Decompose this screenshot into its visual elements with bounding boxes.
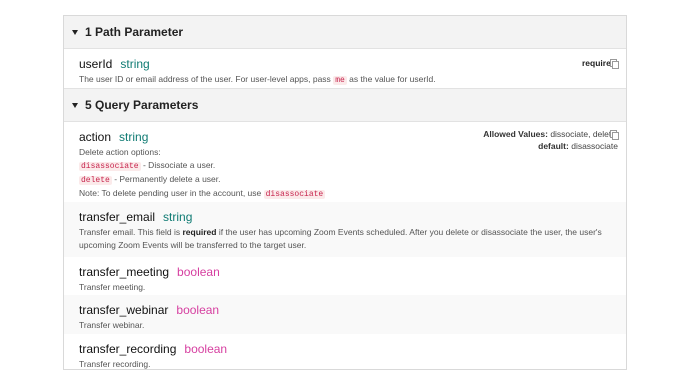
inline-code: disassociate	[79, 162, 141, 171]
param-row-transfer-webinar: transfer_webinar boolean Transfer webinar…	[64, 295, 626, 334]
param-type: string	[163, 210, 193, 224]
copy-icon[interactable]	[610, 130, 619, 141]
param-description: Delete action options: disassociate - Di…	[79, 147, 326, 199]
param-name: userId	[79, 57, 113, 71]
param-type: string	[120, 57, 150, 71]
param-row-transfer-email: transfer_email string Transfer email. Thi…	[64, 202, 626, 257]
section-title: 5 Query Parameters	[85, 98, 199, 112]
param-name: action	[79, 130, 112, 144]
param-description: Transfer email. This field is required i…	[79, 227, 602, 250]
param-row-action: action string Allowed Values: dissociate,…	[64, 122, 626, 202]
query-parameters-header[interactable]: 5 Query Parameters	[64, 89, 626, 122]
param-row-transfer-recording: transfer_recording boolean Transfer recor…	[64, 334, 626, 370]
param-type: boolean	[177, 265, 220, 279]
param-description: Transfer recording.	[79, 359, 151, 369]
required-badge: required	[581, 58, 619, 70]
param-type: boolean	[176, 303, 220, 317]
param-type: boolean	[184, 342, 228, 356]
inline-code: disassociate	[263, 190, 326, 199]
collapse-triangle-icon	[72, 29, 78, 35]
allowed-values-meta: Allowed Values: dissociate, delete defau…	[483, 129, 619, 151]
param-type: string	[119, 130, 149, 144]
param-row-transfer-meeting: transfer_meeting boolean Transfer meeting…	[64, 257, 626, 295]
parameters-panel: 1 Path Parameter userId string required T…	[63, 15, 627, 370]
param-name: transfer_webinar	[79, 303, 169, 317]
collapse-triangle-icon	[72, 102, 78, 108]
copy-icon[interactable]	[610, 59, 619, 70]
param-description: The user ID or email address of the user…	[79, 74, 436, 85]
path-parameters-header[interactable]: 1 Path Parameter	[64, 16, 626, 49]
param-name: transfer_email	[79, 210, 156, 224]
section-title: 1 Path Parameter	[85, 25, 184, 39]
param-description: Transfer webinar.	[79, 320, 145, 330]
param-description: Transfer meeting.	[79, 282, 146, 292]
inline-code: me	[333, 76, 347, 85]
param-name: transfer_recording	[79, 342, 177, 356]
param-name: transfer_meeting	[79, 265, 170, 279]
param-row-userid: userId string required The user ID or ema…	[64, 49, 626, 89]
inline-code: delete	[79, 176, 112, 185]
